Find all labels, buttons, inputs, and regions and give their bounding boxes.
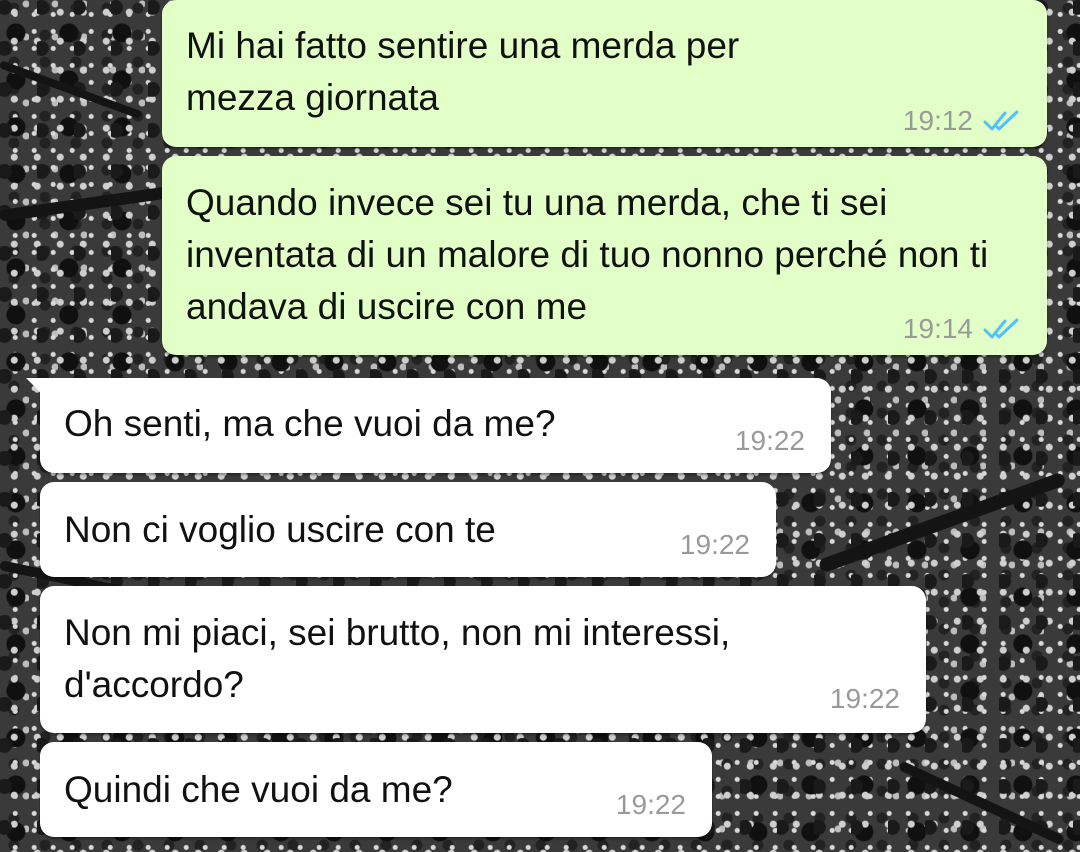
message-text: Non mi piaci, sei brutto, non mi interes… bbox=[64, 612, 731, 705]
wallpaper-branch bbox=[897, 760, 1066, 846]
message-bubble-incoming[interactable]: Oh senti, ma che vuoi da me? 19:22 bbox=[26, 378, 831, 473]
message-text: Non ci voglio uscire con te bbox=[64, 509, 496, 550]
message-time: 19:12 bbox=[902, 105, 973, 136]
message-meta: 19:14 bbox=[903, 315, 1021, 343]
message-time: 19:14 bbox=[902, 313, 973, 344]
message-bubble-outgoing[interactable]: Quando invece sei tu una merda, che ti s… bbox=[162, 156, 1047, 355]
message-meta: 19:22 bbox=[680, 531, 750, 559]
message-meta: 19:22 bbox=[616, 791, 686, 819]
message-text: Oh senti, ma che vuoi da me? bbox=[64, 403, 556, 444]
message-time: 19:22 bbox=[615, 789, 686, 820]
message-bubble-incoming[interactable]: Non mi piaci, sei brutto, non mi interes… bbox=[40, 586, 926, 733]
message-bubble-incoming[interactable]: Quindi che vuoi da me? 19:22 bbox=[40, 742, 712, 837]
message-meta: 19:12 bbox=[903, 107, 1021, 135]
double-check-read-icon bbox=[983, 110, 1019, 131]
message-time: 19:22 bbox=[734, 425, 805, 456]
message-text: Quando invece sei tu una merda, che ti s… bbox=[186, 182, 989, 327]
message-text: Quindi che vuoi da me? bbox=[64, 769, 453, 810]
double-check-read-icon bbox=[983, 318, 1019, 339]
message-time: 19:22 bbox=[829, 683, 900, 714]
message-bubble-outgoing[interactable]: Mi hai fatto sentire una merda per mezza… bbox=[162, 0, 1047, 147]
wallpaper-branch bbox=[817, 471, 1067, 574]
bubble-tail bbox=[26, 378, 48, 400]
message-meta: 19:22 bbox=[830, 685, 900, 713]
message-meta: 19:22 bbox=[735, 427, 805, 455]
message-text: Mi hai fatto sentire una merda per mezza… bbox=[186, 25, 740, 118]
message-time: 19:22 bbox=[679, 529, 750, 560]
message-bubble-incoming[interactable]: Non ci voglio uscire con te 19:22 bbox=[40, 482, 776, 577]
wallpaper-branch bbox=[0, 60, 143, 120]
